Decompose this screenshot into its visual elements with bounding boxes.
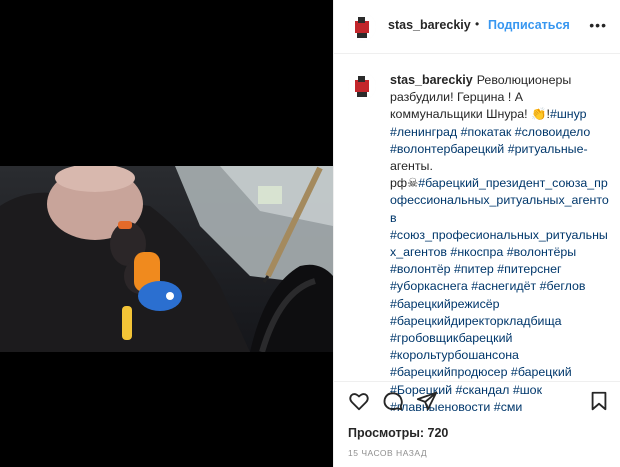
video-still	[0, 166, 333, 352]
follow-button[interactable]: Подписаться	[488, 18, 570, 32]
hashtag-link[interactable]: #аснегидёт	[471, 279, 536, 293]
more-options-icon[interactable]: •••	[589, 17, 607, 33]
hashtag-link[interactable]: #барецкийрежисёр	[390, 297, 500, 311]
hashtag-link[interactable]: #волонтёр	[390, 262, 451, 276]
hashtag-link[interactable]: #ленинград	[390, 125, 457, 139]
avatar[interactable]	[348, 13, 376, 41]
hashtag-link[interactable]: #покатак	[461, 125, 512, 139]
caption-username[interactable]: stas_bareckiy	[390, 73, 473, 87]
hashtag-link[interactable]: #питер	[454, 262, 494, 276]
caption-avatar[interactable]	[348, 72, 376, 100]
comment-icon[interactable]	[382, 390, 404, 412]
hashtag-link[interactable]: #нкоспра	[450, 245, 503, 259]
bookmark-icon[interactable]	[588, 390, 610, 412]
separator-dot: •	[475, 17, 480, 31]
hashtag-link[interactable]: #барецкийдиректоркладбища	[390, 314, 562, 328]
action-bar	[334, 381, 620, 421]
heart-icon[interactable]	[348, 390, 370, 412]
hashtag-link[interactable]: #питерснег	[497, 262, 561, 276]
hashtag-link[interactable]: #корольтурбошансона	[390, 348, 519, 362]
hashtag-link[interactable]: #гробовщикбарецкий	[390, 331, 512, 345]
header-username[interactable]: stas_bareckiy	[388, 18, 471, 32]
post-timestamp[interactable]: 15 ЧАСОВ НАЗАД	[348, 448, 427, 458]
hashtag-link[interactable]: #ритуальные-	[508, 142, 588, 156]
post-panel: stas_bareckiy • Подписаться ••• stas_bar…	[333, 0, 620, 467]
views-count[interactable]: Просмотры: 720	[348, 426, 448, 440]
post-media[interactable]	[0, 0, 333, 467]
hashtag-link[interactable]: #уборкаснега	[390, 279, 468, 293]
avatar-image	[348, 72, 376, 100]
post-caption: stas_bareckiy Революционеры разбудили! Ге…	[390, 72, 610, 416]
video-frame[interactable]	[0, 166, 333, 352]
hashtag-link[interactable]: #барецкийпродюсер	[390, 365, 507, 379]
hashtag-link[interactable]: #беглов	[540, 279, 586, 293]
post-header: stas_bareckiy • Подписаться •••	[334, 0, 620, 54]
hashtag-link[interactable]: #барецкий	[511, 365, 572, 379]
hashtag-link[interactable]: #волонтербарецкий	[390, 142, 504, 156]
hashtag-link[interactable]: #шнур	[550, 107, 587, 121]
share-icon[interactable]	[416, 390, 438, 412]
views-label: Просмотры:	[348, 426, 425, 440]
hashtag-link[interactable]: #барецкий_президент_союза_профессиональн…	[390, 176, 609, 224]
views-number: 720	[427, 426, 449, 440]
hashtag-link[interactable]: #волонтёры	[507, 245, 576, 259]
avatar-image	[348, 13, 376, 41]
hashtag-link[interactable]: #словоидело	[515, 125, 591, 139]
